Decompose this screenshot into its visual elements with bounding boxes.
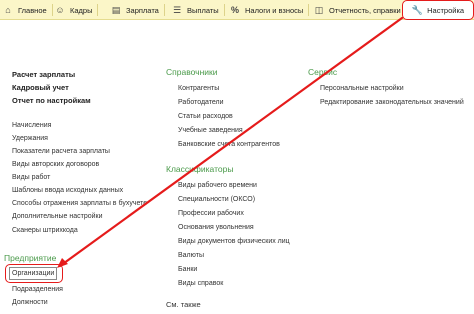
link-educational-institutions[interactable]: Учебные заведения [178, 126, 243, 135]
tab-taxes-label: Налоги и взносы [245, 5, 304, 15]
link-additional-settings[interactable]: Дополнительные настройки [12, 212, 103, 221]
see-also-label: См. также [166, 300, 201, 309]
tab-settings-label: Настройка [427, 5, 465, 15]
link-input-templates[interactable]: Шаблоны ввода исходных данных [12, 186, 123, 195]
home-icon: ⌂ [5, 5, 11, 15]
link-work-types[interactable]: Виды работ [12, 173, 50, 182]
link-worker-professions[interactable]: Профессии рабочих [178, 209, 244, 218]
tab-reports[interactable]: ◫ Отчетность, справки [314, 0, 401, 20]
link-deductions[interactable]: Удержания [12, 134, 48, 143]
link-certificate-types[interactable]: Виды справок [178, 279, 223, 288]
link-organizations[interactable]: Организации [12, 269, 54, 278]
link-counterparties[interactable]: Контрагенты [178, 84, 219, 93]
link-specialties[interactable]: Специальности (ОКСО) [178, 195, 255, 204]
link-legislative-values[interactable]: Редактирование законодательных значений [320, 98, 464, 107]
link-payroll-calc[interactable]: Расчет зарплаты [12, 70, 75, 79]
tab-staff[interactable]: ☺ Кадры [55, 0, 99, 20]
tab-salary-label: Зарплата [126, 5, 159, 15]
link-employers[interactable]: Работодатели [178, 98, 224, 107]
annotation-arrow [57, 16, 404, 268]
link-currencies[interactable]: Валюты [178, 251, 204, 260]
tab-staff-label: Кадры [70, 5, 93, 15]
link-id-document-types[interactable]: Виды документов физических лиц [178, 237, 290, 246]
tab-main[interactable]: ⌂ Главное [3, 0, 53, 20]
link-expense-items[interactable]: Статьи расходов [178, 112, 233, 121]
link-accruals[interactable]: Начисления [12, 121, 51, 130]
tab-reports-label: Отчетность, справки [329, 5, 401, 15]
tab-salary[interactable]: ▤ Зарплата [111, 0, 165, 20]
link-positions[interactable]: Должности [12, 298, 48, 307]
section-enterprise-title: Предприятие [4, 253, 57, 263]
link-work-time-types[interactable]: Виды рабочего времени [178, 181, 257, 190]
percent-icon: % [230, 5, 239, 15]
section-classifiers-title: Классификаторы [166, 164, 234, 174]
link-personal-settings[interactable]: Персональные настройки [320, 84, 404, 93]
link-settings-report[interactable]: Отчет по настройкам [12, 96, 91, 105]
section-service-title: Сервис [308, 67, 338, 77]
link-calc-indicators[interactable]: Показатели расчета зарплаты [12, 147, 110, 156]
link-banks[interactable]: Банки [178, 265, 197, 274]
tab-settings[interactable]: 🔧 Настройка [402, 0, 474, 20]
link-departments[interactable]: Подразделения [12, 285, 63, 294]
tab-payments-label: Выплаты [187, 5, 219, 15]
link-counterparty-bank-accounts[interactable]: Банковские счета контрагентов [178, 140, 280, 149]
tab-payments[interactable]: ☰ Выплаты [172, 0, 225, 20]
link-salary-reflection[interactable]: Способы отражения зарплаты в бухучете [12, 199, 147, 208]
link-author-contracts[interactable]: Виды авторских договоров [12, 160, 99, 169]
link-barcode-scanners[interactable]: Сканеры штрихкода [12, 226, 78, 235]
section-catalogs-title: Справочники [166, 67, 218, 77]
tab-main-label: Главное [18, 5, 47, 15]
payments-icon: ☰ [172, 5, 182, 15]
link-hr-accounting[interactable]: Кадровый учет [12, 83, 69, 92]
people-icon: ☺ [55, 5, 65, 15]
wrench-icon: 🔧 [411, 4, 424, 15]
reports-icon: ◫ [314, 5, 324, 15]
link-dismissal-grounds[interactable]: Основания увольнения [178, 223, 254, 232]
document-icon: ▤ [111, 5, 121, 15]
tab-taxes[interactable]: % Налоги и взносы [230, 0, 310, 20]
